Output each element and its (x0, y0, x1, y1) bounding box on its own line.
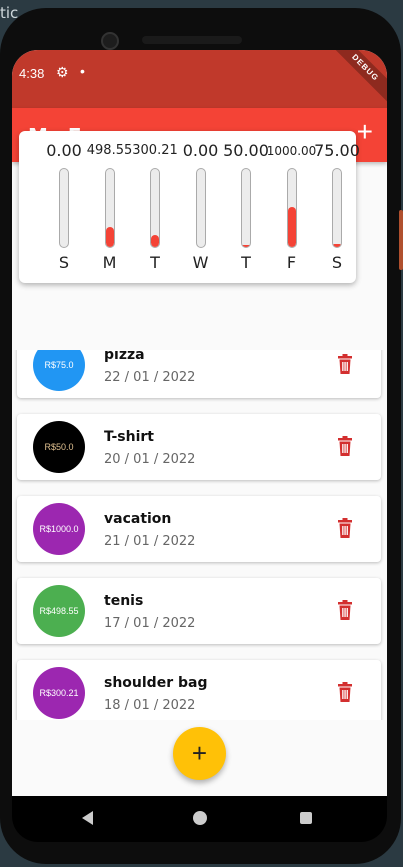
chart-bar-track (195, 168, 206, 248)
chart-day-label: S (331, 253, 343, 272)
chart-day-label: F (286, 253, 297, 272)
chart-bar (333, 243, 341, 247)
expense-amount-avatar: R$75.0 (33, 350, 85, 391)
chart-day-label: S (58, 253, 70, 272)
trash-icon[interactable] (337, 682, 353, 702)
chart-day-label: T (241, 253, 251, 272)
expense-amount-avatar: R$300.21 (33, 667, 85, 719)
expense-list: R$75.0 pizza 22 / 01 / 2022 R$50.0 T-shirt 20… (12, 350, 387, 720)
trash-icon[interactable] (337, 354, 353, 374)
expense-amount: R$498.55 (39, 606, 79, 616)
trash-icon[interactable] (337, 518, 353, 538)
chart-bar-track (59, 168, 69, 248)
expense-title: T-shirt (104, 429, 154, 445)
chart-bar-track (286, 168, 297, 248)
expense-amount: R$1000.0 (39, 524, 79, 534)
front-camera (101, 32, 119, 50)
expense-date: 22 / 01 / 2022 (104, 370, 196, 385)
expense-title: vacation (104, 511, 172, 527)
chart-bar (105, 226, 114, 247)
expense-date: 18 / 01 / 2022 (104, 698, 196, 713)
expense-date: 21 / 01 / 2022 (104, 534, 196, 549)
chart-value-label: 75.00 (314, 141, 360, 160)
debug-banner: DEBUG (323, 50, 387, 110)
weekly-bar-chart: 0.00 S 498.55 M 300.21 T 0.00 W 50.00 T 1000.00 F 75… (19, 131, 360, 283)
expense-title: tenis (104, 593, 144, 609)
expense-list-item[interactable]: R$75.0 pizza 22 / 01 / 2022 (17, 350, 381, 398)
back-icon[interactable] (82, 811, 93, 825)
floating-add-button[interactable]: + (173, 727, 226, 780)
expense-list-item[interactable]: R$1000.0 vacation 21 / 01 / 2022 (17, 496, 381, 562)
expense-list-item[interactable]: R$300.21 shoulder bag 18 / 01 / 2022 (17, 660, 381, 720)
weekly-chart-card: 0.00 S 498.55 M 300.21 T 0.00 W 50.00 T 1000.00 F 75… (19, 131, 360, 283)
expense-amount-avatar: R$1000.0 (33, 503, 85, 555)
expense-amount-avatar: R$498.55 (33, 585, 85, 637)
chart-bar (242, 245, 250, 247)
home-icon[interactable] (193, 811, 207, 825)
chart-day-label: T (150, 253, 160, 272)
chart-day-label: W (192, 253, 209, 272)
notification-dot: • (80, 63, 85, 79)
expense-title: shoulder bag (104, 675, 208, 691)
chart-bar-track (104, 168, 115, 248)
expense-list-item[interactable]: R$498.55 tenis 17 / 01 / 2022 (17, 578, 381, 644)
earpiece-speaker (142, 36, 242, 44)
expense-date: 20 / 01 / 2022 (104, 452, 196, 467)
chart-bar-track (150, 168, 160, 248)
expense-amount: R$300.21 (39, 688, 79, 698)
side-button[interactable] (399, 210, 403, 270)
status-time: 4:38 (19, 66, 45, 81)
chart-bar (151, 234, 159, 247)
recents-icon[interactable] (300, 812, 312, 824)
status-bar: 4:38 ⚙ • ▾ ▮ DEBUG (12, 50, 387, 110)
gear-icon: ⚙ (56, 64, 69, 80)
chart-bar (287, 206, 296, 247)
expense-amount: R$75.0 (44, 360, 74, 370)
trash-icon[interactable] (337, 436, 353, 456)
trash-icon[interactable] (337, 600, 353, 620)
expense-date: 17 / 01 / 2022 (104, 616, 196, 631)
expense-amount-avatar: R$50.0 (33, 421, 85, 473)
expense-title: pizza (104, 350, 145, 363)
expense-list-item[interactable]: R$50.0 T-shirt 20 / 01 / 2022 (17, 414, 381, 480)
chart-bar-track (332, 168, 342, 248)
android-navigation-bar (12, 796, 387, 842)
chart-day-label: M (102, 253, 117, 272)
expense-amount: R$50.0 (44, 442, 74, 452)
chart-bar-track (241, 168, 251, 248)
chart-bar-column: 75.00 S (314, 131, 360, 283)
